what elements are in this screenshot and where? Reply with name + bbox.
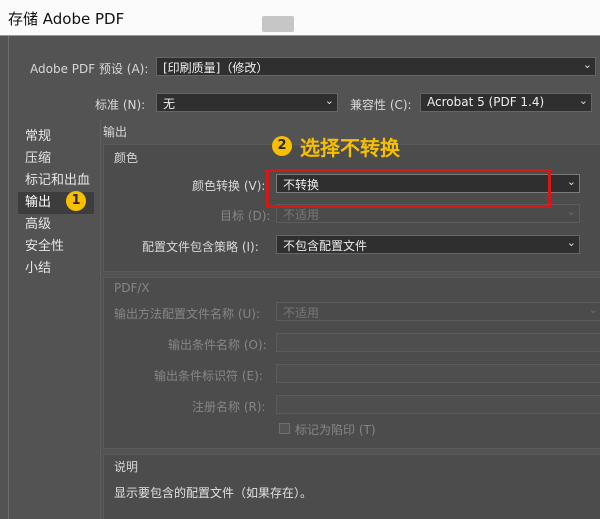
pdfx-group: PDF/X 输出方法配置文件名称 (U): 不适用 ⌄ 输出条件名称 (O): … bbox=[103, 277, 600, 449]
profile-policy-value: 不包含配置文件 bbox=[283, 239, 368, 253]
trapped-checkbox[interactable] bbox=[279, 423, 290, 434]
trapped-label: 标记为陷印 (T) bbox=[295, 423, 376, 437]
step-2-instruction: 选择不转换 bbox=[300, 136, 400, 160]
profile-policy-label: 配置文件包含策略 (I): bbox=[142, 240, 259, 254]
sidebar-item-compression[interactable]: 压缩 bbox=[18, 148, 94, 170]
condition-name-label: 输出条件名称 (O): bbox=[168, 338, 267, 352]
pdfx-group-title: PDF/X bbox=[114, 281, 150, 295]
chevron-down-icon: ⌄ bbox=[578, 94, 588, 107]
chevron-down-icon: ⌄ bbox=[588, 303, 598, 316]
profile-policy-select[interactable]: 不包含配置文件 ⌄ bbox=[276, 235, 580, 254]
color-group: 颜色 颜色转换 (V): 不转换 ⌄ 目标 (D): 不适用 ⌄ 配置文件包含策… bbox=[103, 144, 600, 272]
category-sidebar: 常规 压缩 标记和出血 输出 高级 安全性 小结 bbox=[18, 126, 94, 506]
color-conversion-label: 颜色转换 (V): bbox=[192, 179, 266, 193]
chevron-down-icon: ⌄ bbox=[582, 58, 592, 71]
window-title: 存储 Adobe PDF bbox=[8, 10, 125, 28]
sidebar-item-security[interactable]: 安全性 bbox=[18, 236, 94, 258]
preset-label: Adobe PDF 预设 (A): bbox=[30, 62, 149, 76]
preset-select[interactable]: [印刷质量]（修改） ⌄ bbox=[156, 57, 596, 76]
output-section-title: 输出 bbox=[103, 125, 128, 139]
compat-label: 兼容性 (C): bbox=[350, 98, 412, 112]
target-value: 不适用 bbox=[283, 208, 320, 222]
preset-value: [印刷质量]（修改） bbox=[163, 61, 269, 75]
registry-name-field[interactable] bbox=[276, 395, 600, 414]
profile-name-value: 不适用 bbox=[283, 306, 320, 320]
save-pdf-dialog: Adobe PDF 预设 (A): [印刷质量]（修改） ⌄ 标准 (N): 无… bbox=[0, 36, 600, 519]
registry-name-label: 注册名称 (R): bbox=[192, 400, 266, 414]
description-text: 显示要包含的配置文件（如果存在）。 bbox=[114, 486, 313, 500]
step-2-badge: 2 bbox=[272, 136, 292, 156]
condition-id-label: 输出条件标识符 (E): bbox=[154, 369, 263, 383]
compat-select[interactable]: Acrobat 5 (PDF 1.4) ⌄ bbox=[420, 93, 592, 112]
color-group-title: 颜色 bbox=[114, 151, 139, 165]
sidebar-item-advanced[interactable]: 高级 bbox=[18, 214, 94, 236]
description-title: 说明 bbox=[114, 460, 139, 474]
profile-name-select[interactable]: 不适用 ⌄ bbox=[276, 302, 600, 321]
profile-name-label: 输出方法配置文件名称 (U): bbox=[114, 307, 261, 321]
condition-id-field[interactable] bbox=[276, 364, 600, 383]
compat-value: Acrobat 5 (PDF 1.4) bbox=[427, 95, 545, 109]
standard-value: 无 bbox=[163, 97, 176, 111]
sidebar-item-marks-bleeds[interactable]: 标记和出血 bbox=[18, 170, 94, 192]
step-1-badge: 1 bbox=[66, 191, 86, 211]
sidebar-item-summary[interactable]: 小结 bbox=[18, 258, 94, 280]
description-group: 说明 显示要包含的配置文件（如果存在）。 bbox=[103, 454, 600, 519]
blurred-region bbox=[262, 16, 294, 32]
window-titlebar: 存储 Adobe PDF bbox=[0, 0, 600, 36]
highlight-box bbox=[266, 169, 551, 208]
chevron-down-icon: ⌄ bbox=[566, 175, 576, 188]
chevron-down-icon: ⌄ bbox=[324, 94, 334, 107]
target-label: 目标 (D): bbox=[220, 209, 271, 223]
chevron-down-icon: ⌄ bbox=[566, 236, 576, 249]
standard-select[interactable]: 无 ⌄ bbox=[156, 93, 338, 112]
condition-name-field[interactable] bbox=[276, 333, 600, 352]
sidebar-item-general[interactable]: 常规 bbox=[18, 126, 94, 148]
dialog-edge bbox=[8, 36, 9, 519]
chevron-down-icon: ⌄ bbox=[566, 205, 576, 218]
standard-label: 标准 (N): bbox=[95, 98, 146, 112]
